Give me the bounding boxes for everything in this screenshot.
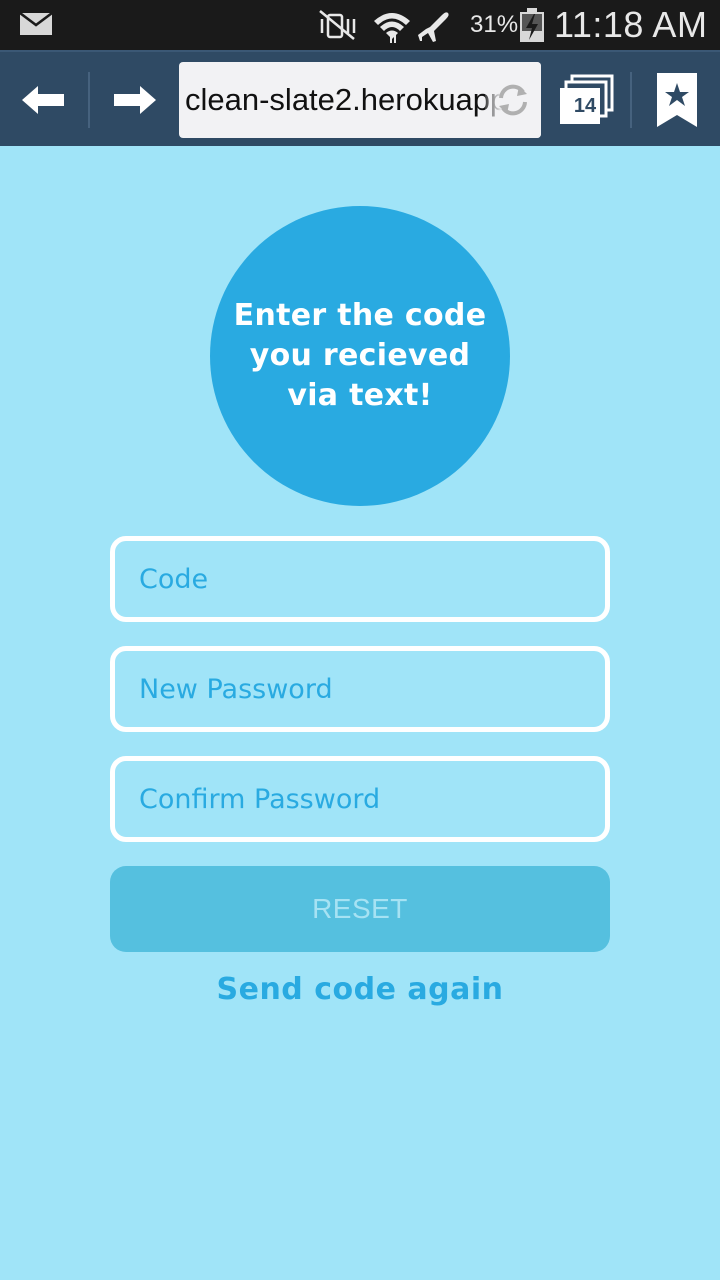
battery-percent: 31% [470,11,519,38]
back-arrow-icon [22,86,64,114]
confirm-password-input[interactable] [115,761,605,837]
bookmark-icon [657,73,697,127]
reload-button[interactable] [485,62,541,138]
forward-button[interactable] [104,72,164,128]
code-field[interactable] [110,536,610,622]
status-bar: 31% 11:18 AM [0,0,720,50]
code-input[interactable] [115,541,605,617]
back-button[interactable] [14,72,74,128]
confirm-password-field[interactable] [110,756,610,842]
mail-icon [20,13,52,35]
instruction-heading: Enter the code you recieved via text! [233,298,487,413]
battery-charging-icon [520,8,544,42]
reset-button[interactable]: RESET [110,866,610,952]
browser-toolbar: clean-slate2.herokuapp.com 14 [0,50,720,146]
send-code-again-link[interactable]: Send code again [110,972,610,1007]
status-icons [319,10,449,43]
tab-count: 14 [573,95,597,117]
new-password-field[interactable] [110,646,610,732]
address-bar[interactable]: clean-slate2.herokuapp.com [179,62,541,138]
new-password-input[interactable] [115,651,605,727]
wifi-icon [374,13,410,43]
airplane-icon [418,12,449,43]
toolbar-divider [88,72,90,128]
clock: 11:18 AM [554,4,708,45]
instruction-circle: Enter the code you recieved via text! [210,206,510,506]
toolbar-divider [630,72,632,128]
vibrate-mute-icon [319,10,356,40]
forward-arrow-icon [114,86,156,114]
reload-icon [499,84,527,116]
bookmark-button[interactable] [652,70,702,130]
